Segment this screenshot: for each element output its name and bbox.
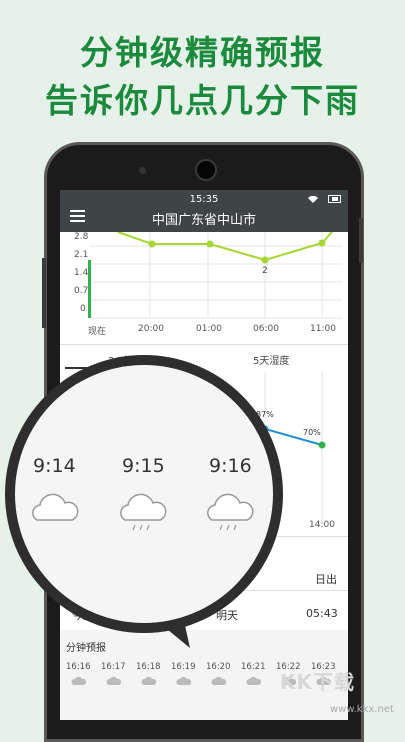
rain-point bbox=[261, 256, 269, 264]
tab-24h-humidity[interactable]: 24小时湿度 bbox=[108, 352, 161, 367]
rain-cloud-icon bbox=[141, 676, 157, 685]
promo-headline-2: 告诉你几点几分下雨 bbox=[45, 81, 360, 120]
rain-cloud-icon bbox=[120, 493, 167, 531]
rain-cloud-icon bbox=[176, 676, 192, 685]
humidity-point bbox=[318, 441, 326, 449]
today-label: 今天 bbox=[72, 609, 94, 622]
rain-xtick: 11:00 bbox=[310, 324, 336, 334]
bubble-time: 9:16 bbox=[209, 455, 252, 477]
rain-chart: 2.8 2.1 1.4 0.7 0 2 现在 20:00 01:00 06:00… bbox=[60, 232, 348, 342]
status-time: 15:35 bbox=[189, 194, 219, 205]
rain-ytick: 0 bbox=[80, 304, 86, 314]
minute-time: 16:20 bbox=[206, 662, 231, 672]
rain-xtick: 06:00 bbox=[253, 324, 279, 334]
minute-time: 16:17 bbox=[101, 662, 126, 672]
cloud-icon bbox=[32, 493, 79, 521]
section-divider bbox=[60, 344, 348, 345]
sunrise-label: 日出 bbox=[315, 573, 337, 586]
rain-xtick: 20:00 bbox=[138, 324, 164, 334]
phone-camera bbox=[195, 159, 217, 181]
tomorrow-label: 明天 bbox=[216, 609, 238, 622]
rain-point bbox=[318, 239, 326, 247]
rain-cloud-icon bbox=[207, 493, 254, 531]
humidity-tabs: 24小时湿度 5天湿度 bbox=[60, 348, 348, 370]
cloud-icon bbox=[71, 676, 87, 685]
rain-ytick: 2.8 bbox=[74, 232, 89, 242]
section-divider bbox=[60, 590, 348, 591]
rain-ytick: 2.1 bbox=[74, 250, 89, 260]
rain-xtick: 01:00 bbox=[196, 324, 222, 334]
bubble-time: 9:15 bbox=[122, 455, 165, 477]
rain-point-label: 2 bbox=[262, 266, 268, 276]
bubble-time: 9:14 bbox=[33, 455, 76, 477]
wifi-icon bbox=[308, 195, 318, 203]
tab-5day-humidity[interactable]: 5天湿度 bbox=[253, 352, 289, 367]
humidity-label: 87% bbox=[256, 410, 274, 419]
watermark-url: www.kkx.net bbox=[330, 704, 394, 715]
battery-icon bbox=[328, 195, 341, 203]
humidity-point bbox=[261, 425, 269, 433]
tab-indicator bbox=[65, 367, 195, 369]
location-title: 中国广东省中山市 bbox=[151, 213, 256, 228]
rain-cloud-icon bbox=[246, 676, 262, 685]
minute-time: 16:19 bbox=[171, 662, 196, 672]
minute-time: 16:21 bbox=[241, 662, 266, 672]
rain-xtick: 现在 bbox=[88, 327, 107, 337]
minute-forecast-title: 分钟预报 bbox=[66, 643, 106, 654]
app-screen: 15:35 中国广东省中山市 2.8 2.1 1.4 0.7 0 2 现在 20… bbox=[60, 190, 348, 720]
humidity-xtick: 14:00 bbox=[309, 520, 335, 530]
rain-cloud-icon bbox=[211, 676, 227, 685]
sunrise-time: 05:43 bbox=[306, 607, 338, 620]
promo-headline-1: 分钟级精确预报 bbox=[80, 33, 325, 72]
rain-ytick: 1.4 bbox=[74, 268, 89, 278]
rain-point bbox=[148, 240, 156, 248]
rain-cloud-icon bbox=[106, 676, 122, 685]
volume-button bbox=[42, 258, 46, 328]
rain-point bbox=[206, 240, 214, 248]
humidity-label: 70% bbox=[303, 428, 321, 437]
watermark-logo: KK下载 bbox=[280, 670, 355, 694]
app-topbar: 15:35 中国广东省中山市 bbox=[60, 190, 348, 232]
minute-time: 16:18 bbox=[136, 662, 161, 672]
rain-ytick: 0.7 bbox=[74, 286, 89, 296]
section-divider bbox=[60, 536, 348, 537]
phone-speaker bbox=[139, 167, 146, 174]
power-button bbox=[359, 218, 363, 263]
minute-time: 16:16 bbox=[66, 662, 91, 672]
